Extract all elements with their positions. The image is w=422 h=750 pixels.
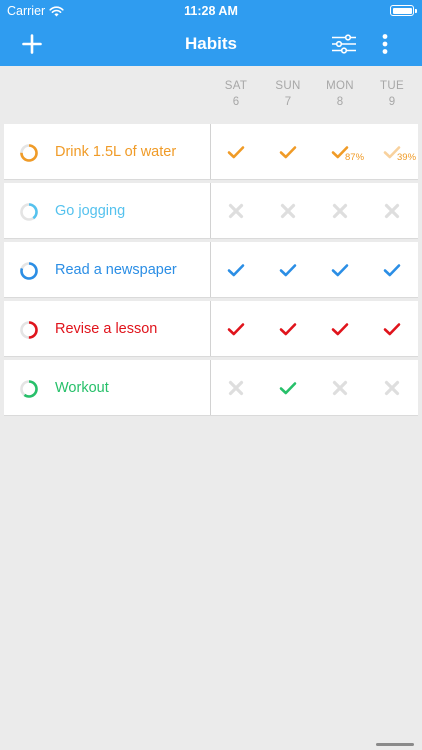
habit-day-cell[interactable] xyxy=(314,256,366,284)
more-menu-button[interactable] xyxy=(371,30,399,58)
status-bar: Carrier 11:28 AM xyxy=(0,0,422,22)
check-icon xyxy=(279,264,297,277)
completion-percent: 39% xyxy=(397,152,417,163)
completion-percent: 87% xyxy=(345,152,365,163)
progress-ring-icon xyxy=(19,320,39,340)
check-icon xyxy=(331,264,349,277)
cross-icon xyxy=(384,203,400,219)
habit-day-cell[interactable] xyxy=(366,256,418,284)
check-icon xyxy=(279,323,297,336)
habit-name: Go jogging xyxy=(55,203,126,219)
habit-day-cell[interactable] xyxy=(210,138,262,166)
page-title: Habits xyxy=(185,34,237,53)
habit-row[interactable]: Read a newspaper xyxy=(4,242,418,298)
habit-name: Workout xyxy=(55,380,109,396)
habit-day-cell[interactable] xyxy=(262,256,314,284)
day-header-mon: MON 8 xyxy=(314,78,366,110)
day-header-tue: TUE 9 xyxy=(366,78,418,110)
habit-day-cell[interactable] xyxy=(210,256,262,284)
cross-icon xyxy=(280,203,296,219)
habit-row[interactable]: Drink 1.5L of water 87% 39% xyxy=(4,124,418,180)
day-label: MON xyxy=(326,80,354,92)
check-icon xyxy=(279,146,297,159)
cross-icon xyxy=(332,203,348,219)
habit-day-cell[interactable] xyxy=(210,197,262,225)
home-indicator xyxy=(376,743,414,746)
habit-row[interactable]: Workout xyxy=(4,360,418,416)
habit-name: Read a newspaper xyxy=(55,262,177,278)
day-number: 9 xyxy=(388,96,396,108)
habit-day-cell[interactable] xyxy=(210,315,262,343)
days-header: SAT 6 SUN 7 MON 8 TUE 9 xyxy=(210,78,422,114)
check-icon xyxy=(331,323,349,336)
day-header-sun: SUN 7 xyxy=(262,78,314,110)
habit-day-cell[interactable] xyxy=(366,374,418,402)
habit-day-cell[interactable] xyxy=(366,197,418,225)
habit-row[interactable]: Go jogging xyxy=(4,183,418,239)
check-icon xyxy=(227,323,245,336)
check-icon xyxy=(227,146,245,159)
habit-list: Drink 1.5L of water 87% 39% Go jogging R… xyxy=(4,124,418,419)
nav-bar: Habits xyxy=(0,22,422,66)
filter-button[interactable] xyxy=(330,30,358,58)
cross-icon xyxy=(228,380,244,396)
check-icon xyxy=(383,264,401,277)
habit-day-cell[interactable] xyxy=(262,374,314,402)
check-icon xyxy=(383,323,401,336)
progress-ring-icon xyxy=(19,202,39,222)
day-number: 7 xyxy=(284,96,292,108)
habit-row[interactable]: Revise a lesson xyxy=(4,301,418,357)
habit-day-cell[interactable] xyxy=(314,315,366,343)
day-label: TUE xyxy=(380,80,404,92)
progress-ring-icon xyxy=(19,261,39,281)
check-icon xyxy=(279,382,297,395)
sliders-icon xyxy=(332,34,356,54)
habit-day-cell[interactable] xyxy=(262,197,314,225)
progress-ring-icon xyxy=(19,143,39,163)
cross-icon xyxy=(384,380,400,396)
habit-name: Revise a lesson xyxy=(55,321,158,337)
habit-day-cell[interactable]: 39% xyxy=(366,138,418,166)
check-icon xyxy=(227,264,245,277)
day-label: SAT xyxy=(224,80,248,92)
habit-day-cell[interactable] xyxy=(210,374,262,402)
habit-day-cell[interactable] xyxy=(262,315,314,343)
day-number: 6 xyxy=(232,96,240,108)
cross-icon xyxy=(332,380,348,396)
habit-day-cell[interactable]: 87% xyxy=(314,138,366,166)
cross-icon xyxy=(228,203,244,219)
habit-name: Drink 1.5L of water xyxy=(55,144,177,160)
habit-day-cell[interactable] xyxy=(366,315,418,343)
clock: 11:28 AM xyxy=(184,4,238,18)
habit-day-cell[interactable] xyxy=(262,138,314,166)
habit-day-cell[interactable] xyxy=(314,197,366,225)
more-vertical-icon xyxy=(382,34,388,54)
habit-day-cell[interactable] xyxy=(314,374,366,402)
progress-ring-icon xyxy=(19,379,39,399)
day-header-sat: SAT 6 xyxy=(210,78,262,110)
day-number: 8 xyxy=(336,96,344,108)
day-label: SUN xyxy=(275,80,301,92)
battery-icon xyxy=(390,5,417,16)
